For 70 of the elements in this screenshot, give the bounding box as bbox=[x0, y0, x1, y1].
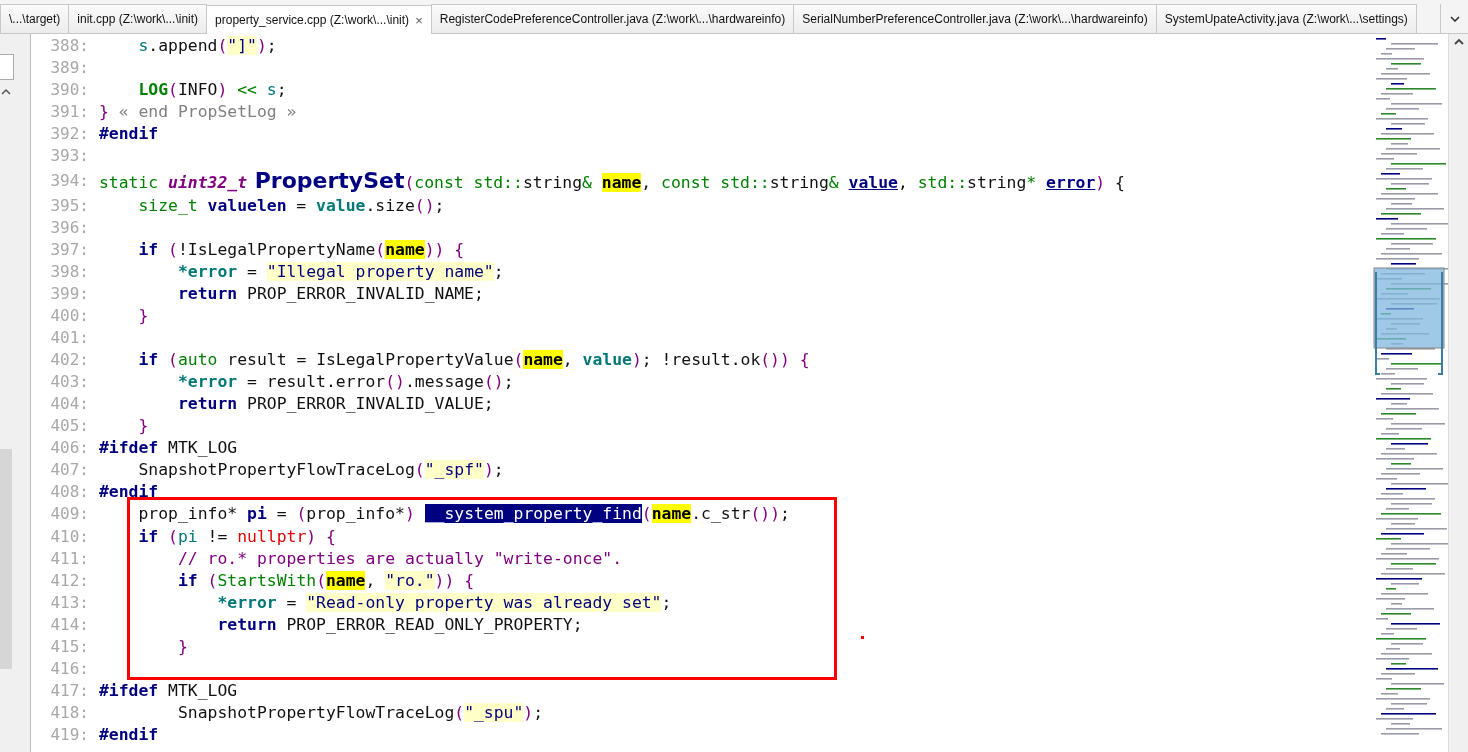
code-line: } bbox=[176, 636, 188, 656]
code-line: s.append("]"); bbox=[137, 35, 277, 55]
line-number: 412: bbox=[49, 570, 90, 590]
editor-tab[interactable]: init.cpp (Z:\work\...\init) bbox=[68, 4, 208, 33]
code-line: return PROP_ERROR_INVALID_NAME; bbox=[176, 284, 484, 303]
line-number: 419: bbox=[49, 724, 90, 744]
code-line: prop_info* pi = (prop_info*) __system_property_find(name.c_str()); bbox=[137, 504, 790, 524]
code-line: if (StartsWith(name, "ro.")) { bbox=[176, 570, 475, 590]
line-number: 395: bbox=[49, 195, 90, 215]
line-number: 394: bbox=[49, 170, 90, 190]
code-line: #endif bbox=[99, 724, 159, 744]
line-number: 402: bbox=[49, 350, 90, 370]
editor-tab[interactable]: property_service.cpp (Z:\work\...\init) × bbox=[206, 5, 432, 34]
code-line: #endif bbox=[99, 123, 159, 143]
scrollbar[interactable] bbox=[1448, 34, 1468, 752]
line-number: 398: bbox=[49, 261, 90, 281]
code-line: #endif bbox=[99, 482, 159, 502]
code-line: size_t valuelen = value.size(); bbox=[137, 195, 445, 215]
code-line: // ro.* properties are actually "write-once". bbox=[176, 548, 622, 568]
editor-tab[interactable]: \...\target) bbox=[0, 4, 70, 33]
line-number: 388: bbox=[49, 35, 90, 55]
line-number: 404: bbox=[49, 394, 90, 414]
code-line: } bbox=[137, 416, 149, 436]
code-line: } « end PropSetLog » bbox=[99, 101, 297, 121]
line-number: 393: bbox=[49, 145, 90, 165]
line-number: 401: bbox=[49, 328, 90, 348]
line-number: 390: bbox=[49, 79, 90, 99]
code-line: *error = result.error().message(); bbox=[176, 372, 514, 392]
editor-tab[interactable]: RegisterCodePreferenceController.java (Z:\work\...\hardwareinfo) bbox=[430, 4, 795, 33]
line-number: 409: bbox=[49, 504, 90, 524]
close-icon[interactable]: × bbox=[415, 12, 423, 28]
code-line: #ifdef MTK_LOG bbox=[99, 438, 238, 458]
line-number: 408: bbox=[49, 482, 90, 502]
line-number: 391: bbox=[49, 101, 90, 121]
line-number: 403: bbox=[49, 372, 90, 392]
line-number: 418: bbox=[49, 702, 90, 722]
code-line: return PROP_ERROR_READ_ONLY_PROPERTY; bbox=[216, 614, 583, 634]
line-number: 413: bbox=[49, 592, 90, 612]
line-number: 399: bbox=[49, 284, 90, 303]
line-number: 396: bbox=[49, 217, 90, 237]
code-line: SnapshotPropertyFlowTraceLog("_spu"); bbox=[176, 702, 544, 722]
line-number: 406: bbox=[49, 438, 90, 458]
line-number: 411: bbox=[49, 548, 90, 568]
code-line: SnapshotPropertyFlowTraceLog("_spf"); bbox=[137, 460, 504, 480]
line-number: 405: bbox=[49, 416, 90, 436]
code-line: if (!IsLegalPropertyName(name)) { bbox=[137, 239, 465, 259]
editor-tab[interactable]: SerialNumberPreferenceController.java (Z:\work\...\hardwareinfo) bbox=[793, 4, 1157, 33]
line-number: 397: bbox=[49, 239, 90, 259]
code-line: } bbox=[137, 306, 149, 326]
line-number: 415: bbox=[49, 636, 90, 656]
line-number: 410: bbox=[49, 526, 90, 546]
code-line: static uint32_t PropertySet(const std::string& name, const std::string& value, std::string* error) { bbox=[99, 167, 1125, 193]
code-line: if (pi != nullptr) { bbox=[137, 526, 336, 546]
code-line: return PROP_ERROR_INVALID_VALUE; bbox=[176, 394, 494, 414]
editor-tab[interactable]: SystemUpateActivity.java (Z:\work\...\settings) bbox=[1155, 4, 1417, 33]
code-line: LOG(INFO) << s; bbox=[137, 79, 287, 99]
line-number: 414: bbox=[49, 614, 90, 634]
line-number: 416: bbox=[49, 658, 90, 678]
chevron-up-icon[interactable] bbox=[0, 88, 12, 96]
chevron-down-icon bbox=[1449, 15, 1460, 22]
line-number: 407: bbox=[49, 460, 90, 480]
code-line: #ifdef MTK_LOG bbox=[99, 680, 238, 700]
chevron-up-icon[interactable] bbox=[1452, 38, 1465, 46]
line-number: 400: bbox=[49, 306, 90, 326]
line-number: 392: bbox=[49, 123, 90, 143]
side-field[interactable] bbox=[0, 54, 14, 80]
line-number: 389: bbox=[49, 57, 90, 77]
line-number: 417: bbox=[49, 680, 90, 700]
code-line: if (auto result = IsLegalPropertyValue(name, value); !result.ok()) { bbox=[137, 350, 810, 370]
scrollbar-thumb[interactable] bbox=[0, 449, 12, 669]
